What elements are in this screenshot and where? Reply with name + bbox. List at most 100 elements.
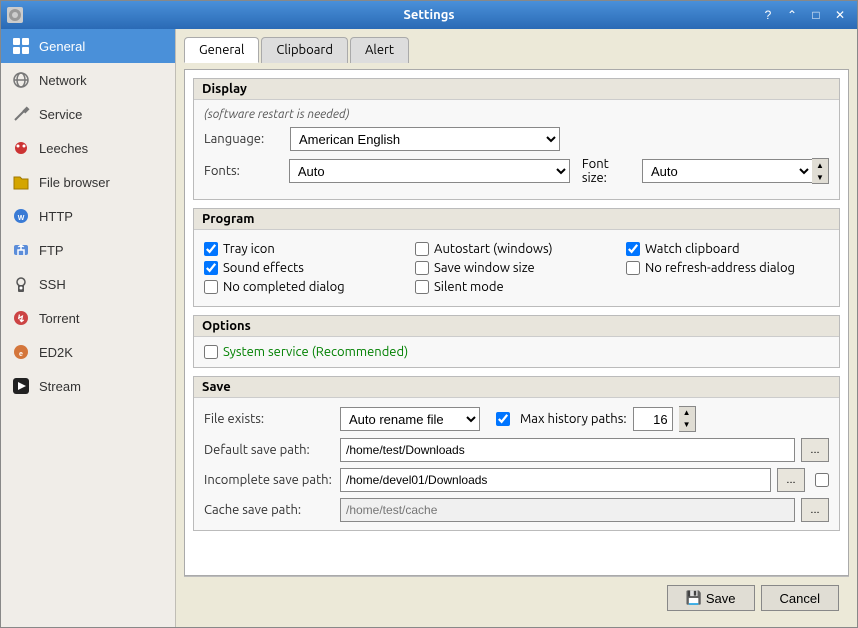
- no-completed-checkbox[interactable]: [204, 280, 218, 294]
- svg-text:↯: ↯: [17, 314, 25, 325]
- sidebar-label-stream: Stream: [39, 379, 81, 394]
- font-size-up-button[interactable]: ▲: [812, 159, 828, 171]
- sidebar-label-service: Service: [39, 107, 82, 122]
- ftp-icon: [11, 240, 31, 260]
- svg-text:W: W: [18, 215, 25, 222]
- sidebar-label-torrent: Torrent: [39, 311, 79, 326]
- system-service-row: System service (Recommended): [204, 345, 829, 359]
- silent-mode-row: Silent mode: [415, 280, 618, 294]
- incomplete-save-input[interactable]: [340, 468, 771, 492]
- no-refresh-label: No refresh-address dialog: [645, 261, 795, 275]
- options-section-body: System service (Recommended): [194, 337, 839, 367]
- incomplete-save-checkbox[interactable]: [815, 473, 829, 487]
- display-section-body: (software restart is needed) Language: A…: [194, 100, 839, 199]
- sidebar-item-file-browser[interactable]: File browser: [1, 165, 175, 199]
- sound-effects-row: Sound effects: [204, 261, 407, 275]
- save-section: Save File exists: Auto rename file Overw…: [193, 376, 840, 531]
- tab-general[interactable]: General: [184, 37, 259, 63]
- default-save-row: Default save path: ...: [204, 438, 829, 462]
- tray-icon-label: Tray icon: [223, 242, 275, 256]
- default-save-browse-button[interactable]: ...: [801, 438, 829, 462]
- sidebar-item-general[interactable]: General: [1, 29, 175, 63]
- sidebar-item-service[interactable]: Service: [1, 97, 175, 131]
- incomplete-save-browse-button[interactable]: ...: [777, 468, 805, 492]
- file-exists-row: File exists: Auto rename file Overwrite …: [204, 406, 829, 432]
- maximize-button[interactable]: □: [805, 5, 827, 25]
- silent-mode-checkbox[interactable]: [415, 280, 429, 294]
- file-browser-icon: [11, 172, 31, 192]
- cache-save-input[interactable]: [340, 498, 795, 522]
- max-history-input[interactable]: [633, 407, 673, 431]
- sidebar-item-torrent[interactable]: ↯ Torrent: [1, 301, 175, 335]
- tab-alert[interactable]: Alert: [350, 37, 409, 63]
- language-select[interactable]: American English British English French …: [290, 127, 560, 151]
- app-icon: [7, 7, 23, 23]
- ed2k-icon: e: [11, 342, 31, 362]
- sidebar-item-leeches[interactable]: Leeches: [1, 131, 175, 165]
- display-section-title: Display: [194, 79, 839, 100]
- max-history-down-button[interactable]: ▼: [679, 419, 695, 431]
- sidebar-item-ftp[interactable]: FTP: [1, 233, 175, 267]
- sidebar-label-file-browser: File browser: [39, 175, 110, 190]
- tray-icon-checkbox[interactable]: [204, 242, 218, 256]
- minimize-button[interactable]: ⌃: [781, 5, 803, 25]
- system-service-checkbox[interactable]: [204, 345, 218, 359]
- content-area: General Clipboard Alert Display (softwar…: [176, 29, 857, 627]
- max-history-up-button[interactable]: ▲: [679, 407, 695, 419]
- sidebar-label-leeches: Leeches: [39, 141, 88, 156]
- language-row: Language: American English British Engli…: [204, 127, 829, 151]
- autostart-checkbox[interactable]: [415, 242, 429, 256]
- autostart-label: Autostart (windows): [434, 242, 553, 256]
- sidebar-label-http: HTTP: [39, 209, 73, 224]
- watch-clipboard-checkbox[interactable]: [626, 242, 640, 256]
- language-label: Language:: [204, 132, 284, 146]
- font-size-row: Auto Small Medium Large ▲ ▼: [642, 158, 829, 184]
- no-refresh-checkbox[interactable]: [626, 261, 640, 275]
- titlebar: Settings ? ⌃ □ ✕: [1, 1, 857, 29]
- cache-save-label: Cache save path:: [204, 503, 334, 517]
- sidebar-item-ed2k[interactable]: e ED2K: [1, 335, 175, 369]
- cancel-button[interactable]: Cancel: [761, 585, 839, 611]
- cache-save-row: Cache save path: ...: [204, 498, 829, 522]
- save-window-size-row: Save window size: [415, 261, 618, 275]
- save-window-size-checkbox[interactable]: [415, 261, 429, 275]
- max-history-checkbox[interactable]: [496, 412, 510, 426]
- sidebar-item-stream[interactable]: Stream: [1, 369, 175, 403]
- sidebar-item-http[interactable]: W HTTP: [1, 199, 175, 233]
- default-save-label: Default save path:: [204, 443, 334, 457]
- program-section: Program Tray icon Autostart (windows): [193, 208, 840, 307]
- sound-effects-checkbox[interactable]: [204, 261, 218, 275]
- sidebar-label-ed2k: ED2K: [39, 345, 73, 360]
- sidebar-item-ssh[interactable]: SSH: [1, 267, 175, 301]
- tabs-bar: General Clipboard Alert: [184, 37, 849, 63]
- font-size-down-button[interactable]: ▼: [812, 171, 828, 183]
- sidebar-item-network[interactable]: Network: [1, 63, 175, 97]
- watch-clipboard-row: Watch clipboard: [626, 242, 829, 256]
- help-button[interactable]: ?: [757, 5, 779, 25]
- max-history-spinner: ▲ ▼: [679, 406, 696, 432]
- options-section: Options System service (Recommended): [193, 315, 840, 368]
- watch-clipboard-label: Watch clipboard: [645, 242, 740, 256]
- tab-clipboard[interactable]: Clipboard: [261, 37, 348, 63]
- save-button[interactable]: 💾 Save: [667, 585, 755, 611]
- font-size-select[interactable]: Auto Small Medium Large: [642, 159, 812, 183]
- save-button-label: Save: [706, 591, 736, 606]
- sound-effects-label: Sound effects: [223, 261, 304, 275]
- ssh-icon: [11, 274, 31, 294]
- sidebar-label-general: General: [39, 39, 85, 54]
- program-section-body: Tray icon Autostart (windows) Watch clip…: [194, 230, 839, 306]
- sidebar-label-ssh: SSH: [39, 277, 66, 292]
- fonts-select[interactable]: Auto System Default: [289, 159, 570, 183]
- general-icon: [11, 36, 31, 56]
- incomplete-save-label: Incomplete save path:: [204, 473, 334, 487]
- cache-save-browse-button[interactable]: ...: [801, 498, 829, 522]
- file-exists-select[interactable]: Auto rename file Overwrite Ask: [340, 407, 480, 431]
- fonts-label: Fonts:: [204, 164, 283, 178]
- titlebar-title: Settings: [403, 8, 454, 22]
- tab-content-general: Display (software restart is needed) Lan…: [184, 69, 849, 576]
- default-save-input[interactable]: [340, 438, 795, 462]
- sidebar: General Network Service Leeches: [1, 29, 176, 627]
- save-section-title: Save: [194, 377, 839, 398]
- close-button[interactable]: ✕: [829, 5, 851, 25]
- options-section-title: Options: [194, 316, 839, 337]
